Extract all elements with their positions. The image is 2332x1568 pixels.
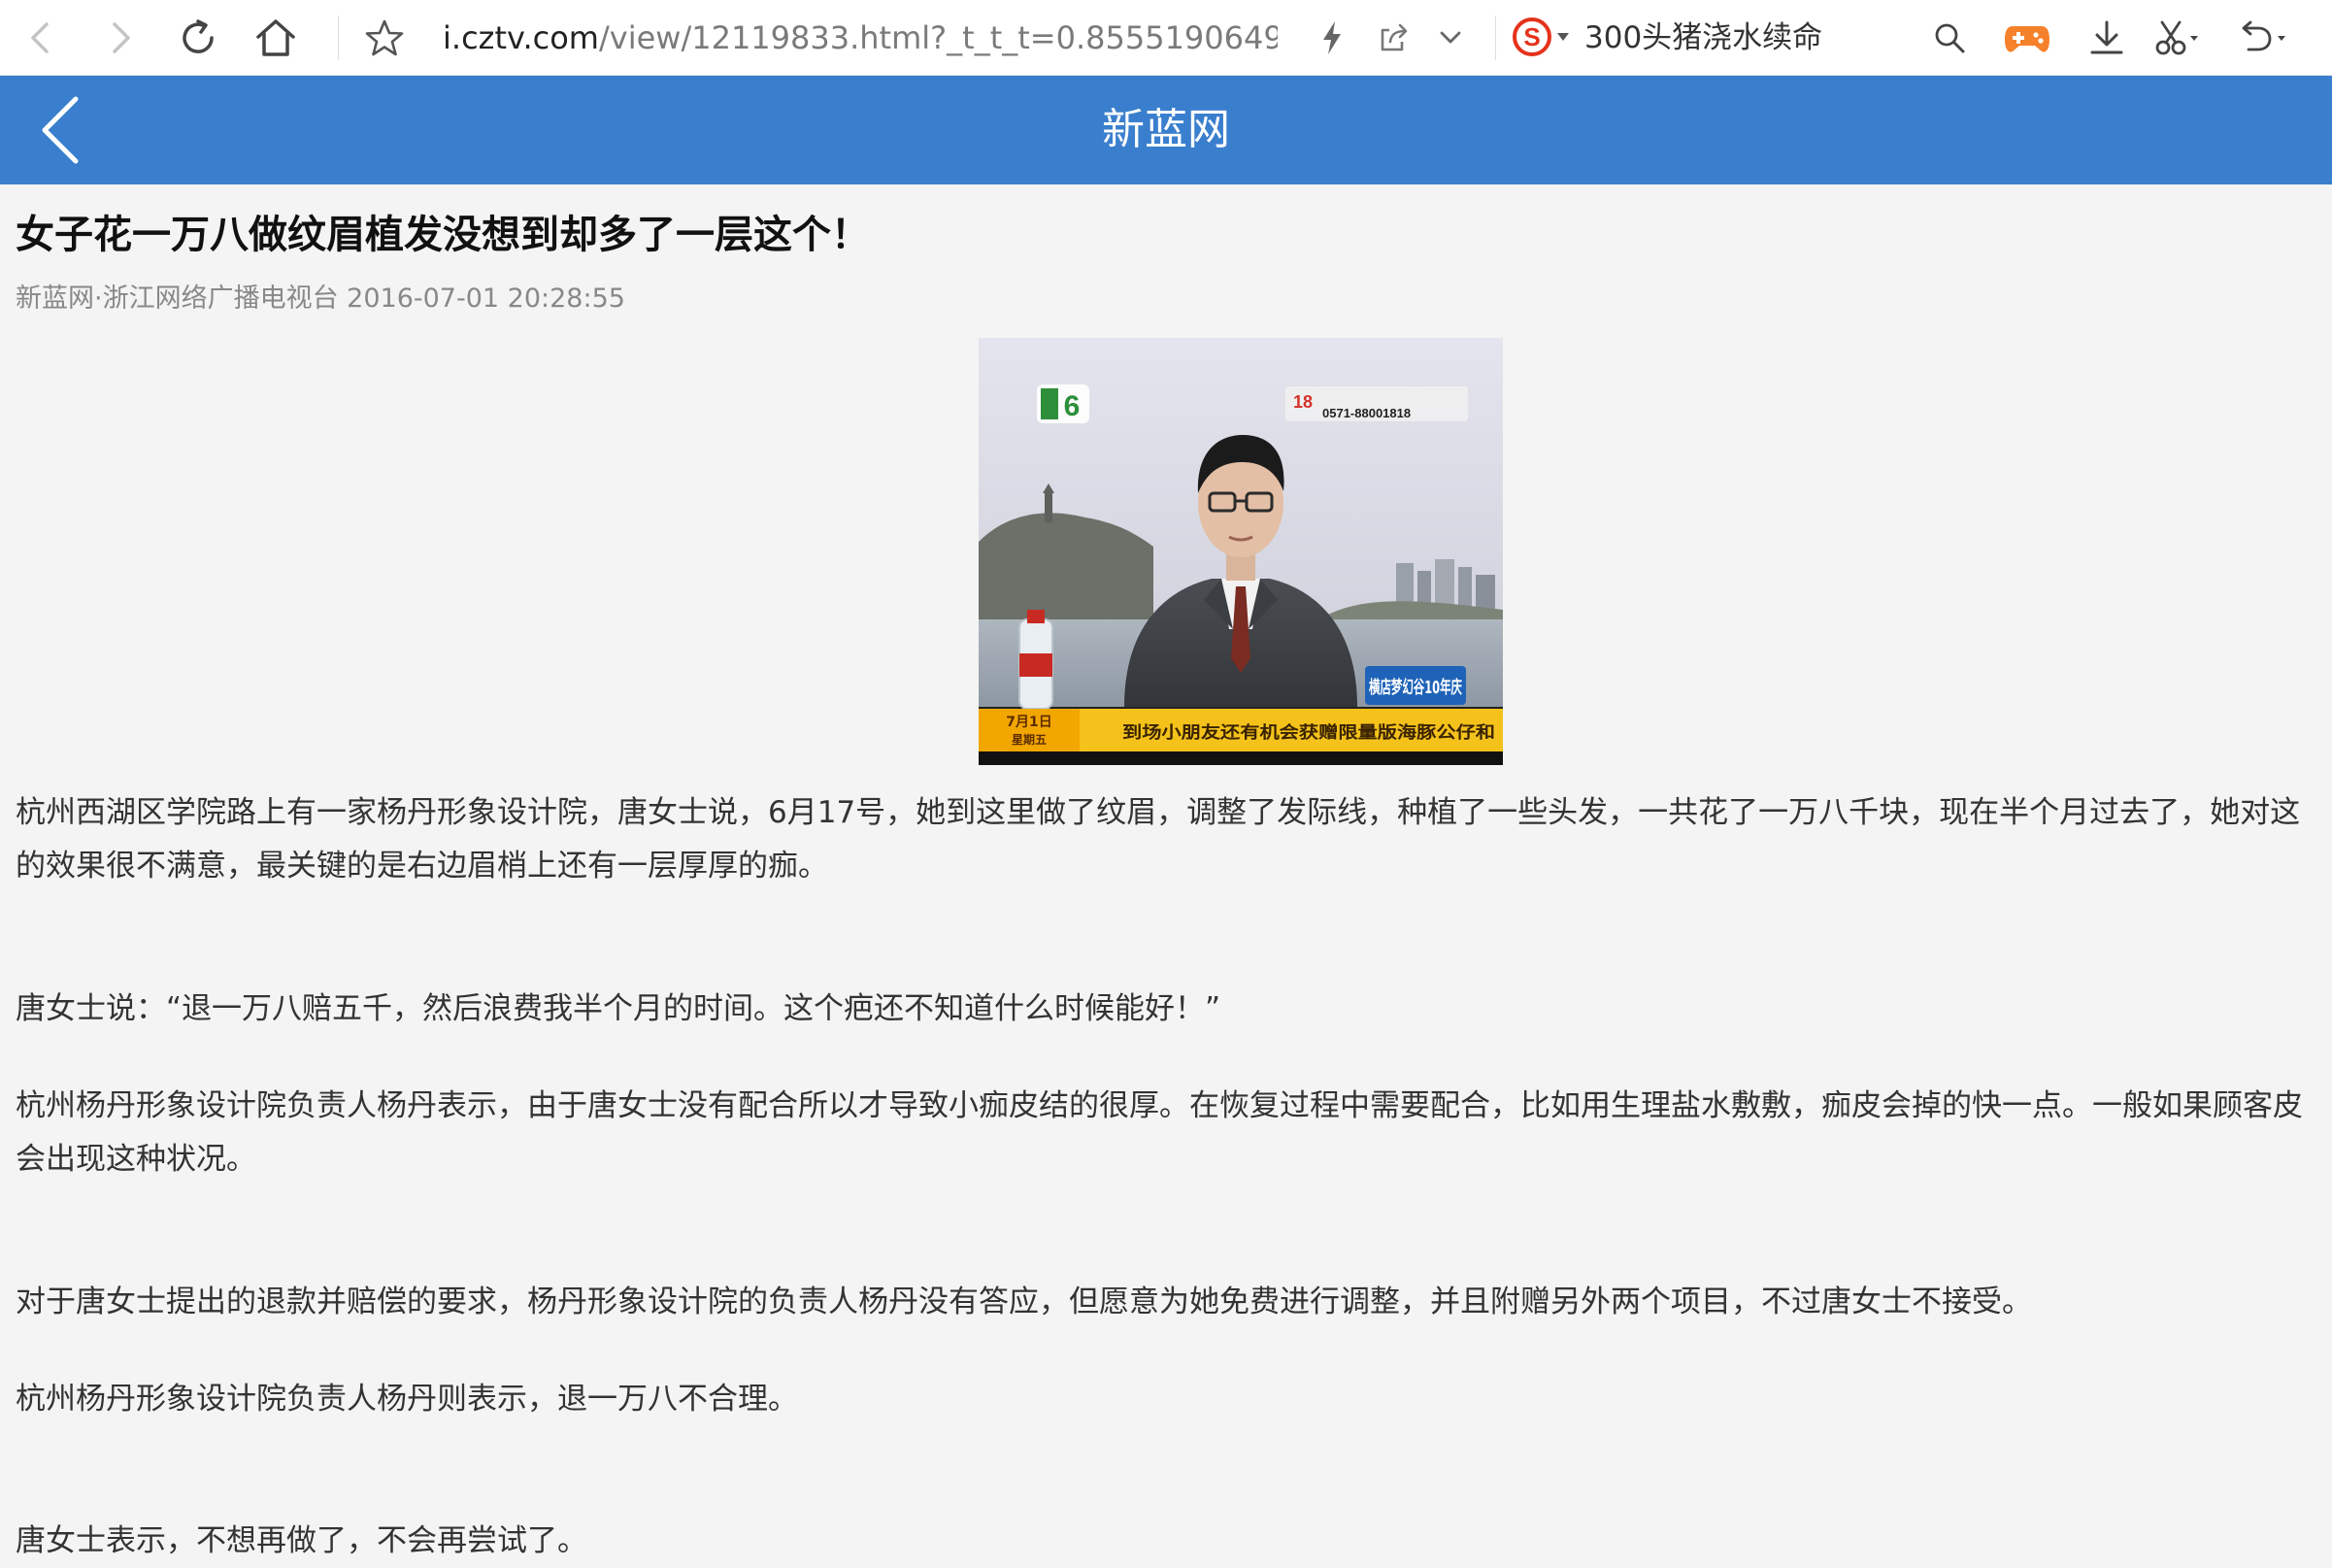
- toolbar-separator: [1495, 16, 1496, 60]
- toolbar-separator: [338, 16, 339, 60]
- star-icon: [365, 19, 404, 56]
- search-button[interactable]: [1920, 9, 1979, 67]
- address-dropdown-button[interactable]: [1421, 9, 1480, 67]
- article-paragraph: 杭州杨丹形象设计院负责人杨丹则表示，退一万八不合理。: [16, 1382, 798, 1417]
- chevron-down-icon: [1440, 31, 1461, 44]
- share-icon: [1381, 23, 1408, 51]
- news-video-player[interactable]: 6 18 0571-88001818 横店梦幻谷10年庆 7月1日 星期五 到场…: [979, 338, 1503, 765]
- home-icon: [256, 19, 295, 56]
- ticker-weekday: 星期五: [1012, 732, 1047, 747]
- site-header: 新蓝网: [0, 76, 2332, 184]
- lightning-icon: [1323, 21, 1341, 54]
- search-hint[interactable]: 300头猪浇水续命: [1584, 15, 1822, 61]
- ticker-date: 7月1日: [1006, 715, 1051, 730]
- undo-close-tab-button[interactable]: [2233, 9, 2291, 67]
- browser-back-button[interactable]: [12, 9, 70, 67]
- url-path: /view/12119833.html?_t_t_t=0.85551906493…: [598, 19, 1278, 56]
- site-title: 新蓝网: [1102, 105, 1230, 154]
- url-host: i.cztv.com: [443, 19, 599, 56]
- article-title: 女子花一万八做纹眉植发没想到却多了一层这个！: [16, 213, 870, 257]
- article-paragraph: 对于唐女士提出的退款并赔偿的要求，杨丹形象设计院的负责人杨丹没有答应，但愿意为她…: [16, 1284, 2032, 1319]
- article-paragraph: 唐女士说：“退一万八赔五千，然后浪费我半个月的时间。这个疤还不知道什么时候能好！…: [16, 991, 1221, 1026]
- game-center-button[interactable]: [1998, 9, 2056, 67]
- bookmark-button[interactable]: [355, 9, 414, 67]
- accelerate-button[interactable]: [1303, 9, 1361, 67]
- chevron-right-icon: [113, 22, 130, 53]
- scissors-icon: [2155, 20, 2198, 55]
- reload-button[interactable]: [169, 9, 227, 67]
- download-button[interactable]: [2078, 9, 2136, 67]
- gamepad-icon: [2005, 26, 2049, 52]
- chevron-left-icon: [42, 96, 79, 164]
- home-button[interactable]: [247, 9, 305, 67]
- screenshot-button[interactable]: [2148, 9, 2206, 67]
- share-button[interactable]: [1365, 9, 1423, 67]
- address-bar[interactable]: i.cztv.com/view/12119833.html?_t_t_t=0.8…: [443, 15, 1278, 61]
- article-paragraph: 杭州杨丹形象设计院负责人杨丹表示，由于唐女士没有配合所以才导致小痂皮结的很厚。在…: [16, 1088, 2303, 1123]
- browser-toolbar: i.cztv.com/view/12119833.html?_t_t_t=0.8…: [0, 0, 2332, 76]
- article-paragraph: 唐女士表示，不想再做了，不会再尝试了。: [16, 1523, 587, 1558]
- browser-forward-button[interactable]: [91, 9, 150, 67]
- corner-logo: 18: [1293, 392, 1313, 412]
- channel-logo: 6: [1064, 390, 1081, 422]
- page-back-button[interactable]: [19, 89, 101, 171]
- chevron-left-icon: [31, 22, 49, 53]
- news-anchor-image: 6 18 0571-88001818 横店梦幻谷10年庆 7月1日 星期五 到场…: [979, 338, 1503, 765]
- reload-icon: [183, 19, 214, 53]
- article-paragraph: 杭州西湖区学院路上有一家杨丹形象设计院，唐女士说，6月17号，她到这里做了纹眉，…: [16, 795, 2301, 830]
- search-icon: [1935, 23, 1965, 53]
- promo-badge: 横店梦幻谷10年庆: [1369, 677, 1462, 698]
- article-paragraph: 的效果很不满意，最关键的是右边眉梢上还有一层厚厚的痂。: [16, 849, 828, 884]
- ticker-text: 到场小朋友还有机会获赠限量版海豚公仔和: [1122, 722, 1495, 743]
- article-paragraph: 会出现这种状况。: [16, 1142, 256, 1177]
- article-meta: 新蓝网·浙江网络广播电视台 2016-07-01 20:28:55: [16, 284, 625, 314]
- sogou-s-icon[interactable]: S: [1513, 17, 1551, 56]
- download-icon: [2090, 20, 2123, 54]
- search-engine-caret-icon[interactable]: [1557, 33, 1569, 41]
- undo-icon: [2242, 20, 2285, 51]
- hotline-number: 0571-88001818: [1322, 406, 1411, 420]
